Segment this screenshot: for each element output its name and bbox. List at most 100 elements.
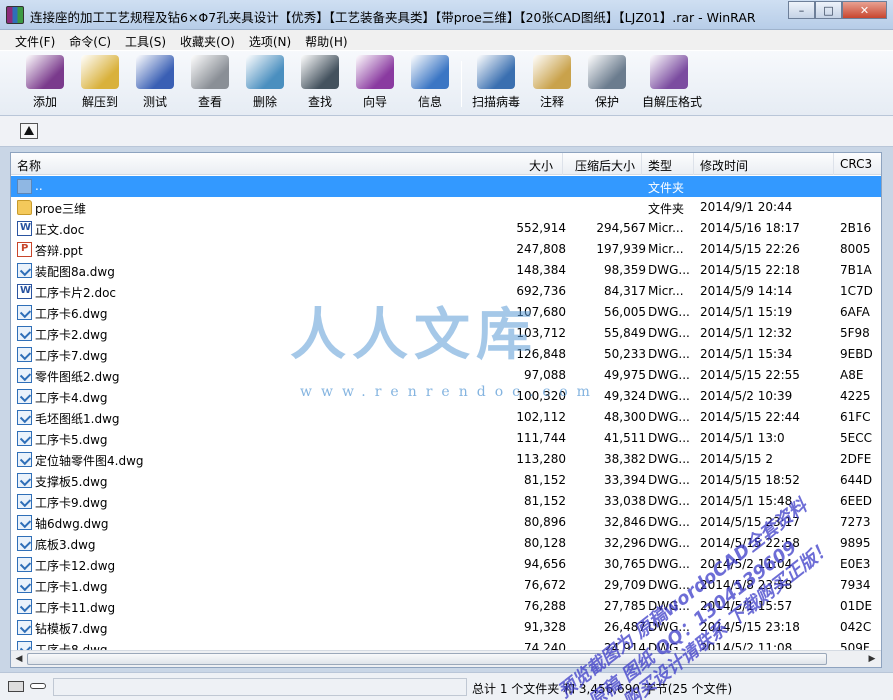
add-button[interactable]: 添加 [18,55,72,113]
file-size: 80,896 [524,515,566,529]
column-packed-header[interactable]: 压缩后大小 [575,157,635,174]
file-row[interactable]: 装配图8a.dwg 148,384 98,359 DWG... 2014/5/15 22… [11,260,881,281]
info-button[interactable]: 信息 [403,55,457,113]
sfx-button[interactable]: 自解压格式 [642,55,703,113]
file-size: 100,320 [516,389,566,403]
file-row[interactable]: 正文.doc 552,914 294,567Micr... 2014/5/16 18:… [11,218,881,239]
file-crc: 5F98 [840,326,870,340]
file-row[interactable]: proe三维 文件夹 2014/9/1 20:44 [11,197,881,218]
file-name: 答辩.ppt [35,244,83,258]
scrollbar-thumb[interactable] [27,653,827,665]
word-doc-icon [17,221,32,236]
file-packed-size: 30,765 [604,557,646,571]
delete-label: 删除 [252,95,277,109]
file-row[interactable]: 工序卡11.dwg 76,288 27,785 DWG... 2014/5/1 15:5… [11,596,881,617]
file-row[interactable]: .. 文件夹 [11,176,881,197]
key-icon[interactable] [30,683,46,689]
file-size: 76,288 [524,599,566,613]
file-row[interactable]: 底板3.dwg 80,128 32,296 DWG... 2014/5/15 22:58… [11,533,881,554]
column-divider[interactable] [693,153,694,175]
file-row[interactable]: 轴6dwg.dwg 80,896 32,846 DWG... 2014/5/15 23:… [11,512,881,533]
file-row[interactable]: 工序卡5.dwg 111,744 41,511 DWG... 2014/5/1 13:0… [11,428,881,449]
horizontal-scrollbar[interactable]: ◀ ▶ [11,650,881,667]
close-button[interactable]: ✕ [842,1,887,19]
column-divider[interactable] [833,153,834,175]
test-button[interactable]: 测试 [128,55,182,113]
dwg-icon [17,347,32,362]
file-packed-size: 32,296 [604,536,646,550]
minimize-button[interactable]: – [788,1,815,19]
file-row[interactable]: 毛坯图纸1.dwg 102,112 48,300 DWG... 2014/5/15 22… [11,407,881,428]
file-row[interactable]: 工序卡9.dwg 81,152 33,038 DWG... 2014/5/1 15:48… [11,491,881,512]
scroll-right-icon[interactable]: ▶ [865,653,879,665]
menu-favorites[interactable]: 收藏夹(O) [173,30,242,50]
file-list[interactable]: 名称 大小 压缩后大小 类型 修改时间 CRC3 .. 文件夹 proe三维 文件夹 2… [10,152,882,668]
file-packed-size: 49,975 [604,368,646,382]
maximize-button[interactable]: □ [815,1,842,19]
file-row[interactable]: 工序卡1.dwg 76,672 29,709 DWG... 2014/5/8 23:58… [11,575,881,596]
delete-button[interactable]: 删除 [238,55,292,113]
file-row[interactable]: 工序卡片2.doc 692,736 84,317Micr... 2014/5/9 14… [11,281,881,302]
find-label: 查找 [307,95,332,109]
file-row[interactable]: 工序卡12.dwg 94,656 30,765 DWG... 2014/5/2 11:0… [11,554,881,575]
file-row[interactable]: 工序卡7.dwg 126,848 50,233 DWG... 2014/5/1 15:3… [11,344,881,365]
column-type-header[interactable]: 类型 [648,157,672,174]
file-name: 装配图8a.dwg [35,265,115,279]
file-row[interactable]: 工序卡6.dwg 107,680 56,005 DWG... 2014/5/1 15:1… [11,302,881,323]
file-size: 692,736 [516,284,566,298]
info-icon [411,55,449,89]
file-row[interactable]: 工序卡2.dwg 103,712 55,849 DWG... 2014/5/1 12:3… [11,323,881,344]
protect-button[interactable]: 保护 [580,55,634,113]
column-modified-header[interactable]: 修改时间 [700,157,748,174]
file-name: 工序卡9.dwg [35,496,108,510]
find-button[interactable]: 查找 [293,55,347,113]
extract-to-button[interactable]: 解压到 [73,55,127,113]
file-type: 文件夹 [648,202,685,216]
file-modified: 2014/5/15 2 [700,452,773,466]
file-modified: 2014/5/1 15:57 [700,599,793,613]
file-modified: 2014/5/8 23:58 [700,578,793,592]
file-row[interactable]: 定位轴零件图4.dwg 113,280 38,382 DWG... 2014/5/15 … [11,449,881,470]
view-button[interactable]: 查看 [183,55,237,113]
file-row[interactable]: 零件图纸2.dwg 97,088 49,975 DWG... 2014/5/15 22:… [11,365,881,386]
dwg-icon [17,263,32,278]
virus-scan-button[interactable]: 扫描病毒 [469,55,523,113]
info-label: 信息 [417,95,442,109]
wizard-icon [356,55,394,89]
menu-file[interactable]: 文件(F) [8,30,62,50]
menu-options[interactable]: 选项(N) [242,30,298,50]
file-size: 80,128 [524,536,566,550]
up-one-level-icon[interactable] [20,123,38,139]
column-crc-header[interactable]: CRC3 [840,157,872,171]
file-packed-size: 98,359 [604,263,646,277]
column-name-header[interactable]: 名称 [17,157,41,174]
window-title: 连接座的加工工艺规程及钻6×Φ7孔夹具设计【优秀】【工艺装备夹具类】【带proe… [30,10,756,25]
file-packed-size: 26,487 [604,620,646,634]
wizard-button[interactable]: 向导 [348,55,402,113]
file-modified: 2014/5/15 23:17 [700,515,800,529]
file-row[interactable]: 钻模板7.dwg 91,328 26,487 DWG... 2014/5/15 23:1… [11,617,881,638]
file-name: 工序卡4.dwg [35,391,108,405]
extract-to-label: 解压到 [81,95,118,109]
add-label: 添加 [32,95,57,109]
menu-help[interactable]: 帮助(H) [298,30,354,50]
file-size: 81,152 [524,494,566,508]
file-row[interactable]: 支撑板5.dwg 81,152 33,394 DWG... 2014/5/15 18:5… [11,470,881,491]
file-modified: 2014/5/15 22:58 [700,536,800,550]
file-row[interactable]: 答辩.ppt 247,808 197,939Micr... 2014/5/15 22:… [11,239,881,260]
drive-icon[interactable] [8,681,24,692]
winrar-app-icon[interactable] [6,6,24,24]
sfx-label: 自解压格式 [642,95,703,109]
column-divider[interactable] [562,153,563,175]
menu-tools[interactable]: 工具(S) [118,30,173,50]
file-name: 零件图纸2.dwg [35,370,120,384]
file-type: DWG... [648,578,690,592]
dwg-icon [17,578,32,593]
column-size-header[interactable]: 大小 [529,157,553,174]
column-divider[interactable] [641,153,642,175]
file-crc: 2DFE [840,452,872,466]
file-row[interactable]: 工序卡4.dwg 100,320 49,324 DWG... 2014/5/2 10:3… [11,386,881,407]
scroll-left-icon[interactable]: ◀ [12,653,26,665]
menu-commands[interactable]: 命令(C) [62,30,118,50]
comment-button[interactable]: 注释 [525,55,579,113]
